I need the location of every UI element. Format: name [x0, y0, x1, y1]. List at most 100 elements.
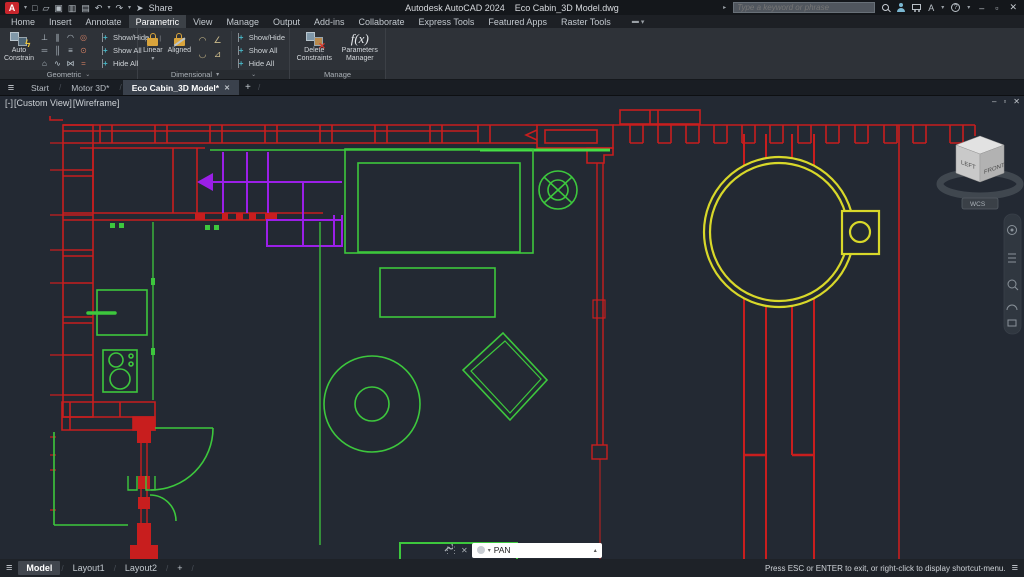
vertical-constraint-icon[interactable]: ║ [51, 44, 64, 57]
command-caret-icon[interactable]: ▾ [488, 547, 491, 554]
visual-style-control[interactable]: [Wireframe] [73, 98, 120, 108]
floorplan-drawing[interactable]: LEFT FRONT WCS [0, 96, 1024, 559]
horizontal-constraint-icon[interactable]: ═ [38, 44, 51, 57]
dimensional-show-all-button[interactable]: + Show All [238, 44, 285, 56]
layout1-tab[interactable]: Layout1 [65, 561, 113, 575]
tab-express-tools[interactable]: Express Tools [412, 15, 482, 28]
coincident-constraint-icon[interactable]: ⌂ [38, 57, 51, 70]
wcs-dropdown[interactable]: WCS [962, 198, 998, 209]
help-caret-icon[interactable]: ▾ [967, 4, 970, 11]
logo-caret-icon[interactable]: ▾ [24, 4, 27, 11]
symmetric-constraint-icon[interactable]: ⋈ [64, 57, 77, 70]
open-file-icon[interactable]: ▱ [42, 2, 49, 14]
save-as-icon[interactable]: ▥ [68, 2, 77, 14]
doc-tabs-menu-icon[interactable]: ≡ [0, 80, 22, 95]
qat-caret-icon[interactable]: ▾ [128, 4, 131, 11]
share-button[interactable]: Share [149, 3, 173, 13]
print-icon[interactable]: ▤ [81, 2, 90, 14]
tangent-constraint-icon[interactable]: ◠ [64, 31, 77, 44]
autocad-logo-icon[interactable]: A [5, 2, 19, 14]
model-tab[interactable]: Model [18, 561, 60, 575]
viewport-menu-control[interactable]: [-] [5, 98, 13, 108]
geometric-panel-label[interactable]: Geometric ⌄ [0, 70, 137, 79]
command-close-icon[interactable]: ✕ [461, 546, 468, 555]
undo-caret-icon[interactable]: ▾ [107, 4, 110, 11]
tab-annotate[interactable]: Annotate [79, 15, 129, 28]
delete-constraints-icon: ✕ [306, 32, 323, 46]
autodesk-caret-icon[interactable]: ▾ [941, 4, 944, 11]
search-input[interactable] [733, 2, 875, 13]
diameter-dimension-icon[interactable]: ◡ [195, 47, 210, 61]
auto-constrain-button[interactable]: ϟ Auto Constrain [4, 30, 34, 63]
dimensional-expander-icon[interactable]: ⌄ [251, 71, 256, 78]
redo-icon[interactable]: ↷ [115, 2, 123, 14]
angular-dimension-icon[interactable]: ∠ [210, 33, 225, 47]
tab-parametric[interactable]: Parametric [129, 15, 187, 28]
tab-featured-apps[interactable]: Featured Apps [481, 15, 554, 28]
doc-tab-motor3d[interactable]: Motor 3D* [62, 80, 118, 95]
radius-dimension-icon[interactable]: ◠ [195, 33, 210, 47]
dimensional-hide-all-button[interactable]: + Hide All [238, 57, 285, 69]
fix-constraint-icon[interactable]: ◎ [77, 31, 90, 44]
share-plane-icon[interactable]: ➤ [136, 2, 144, 14]
parallel-constraint-icon[interactable]: ∥ [51, 31, 64, 44]
tab-home[interactable]: Home [4, 15, 42, 28]
store-cart-icon[interactable] [912, 4, 921, 10]
command-input[interactable]: ▾ PAN ▴ [472, 543, 602, 558]
ribbon-collapse-icon[interactable]: ▬ ▾ [632, 15, 645, 28]
concentric-constraint-icon[interactable]: ⊙ [77, 44, 90, 57]
titlebar: A ▾ □ ▱ ▣ ▥ ▤ ↶ ▾ ↷ ▾ ➤ Share Autodesk A… [0, 0, 1024, 15]
save-icon[interactable]: ▣ [54, 2, 63, 14]
close-tab-icon[interactable]: ✕ [224, 84, 230, 92]
linear-dimension-button[interactable]: || Linear ▾ [142, 30, 164, 63]
convert-dimension-icon[interactable]: ⊿ [210, 47, 225, 61]
viewcube[interactable]: LEFT FRONT WCS [940, 136, 1020, 209]
tab-view[interactable]: View [186, 15, 219, 28]
drawing-canvas[interactable]: LEFT FRONT WCS [-] [Custom View] [Wirefr… [0, 96, 1024, 559]
dim-hide-all-icon: + [238, 59, 246, 68]
layout2-tab[interactable]: Layout2 [117, 561, 165, 575]
equal-constraint-icon[interactable]: = [77, 57, 90, 70]
smooth-constraint-icon[interactable]: ∿ [51, 57, 64, 70]
dimensional-caret-icon[interactable]: ▾ [216, 71, 219, 78]
tab-collaborate[interactable]: Collaborate [352, 15, 412, 28]
parameters-manager-button[interactable]: f(x) Parameters Manager [339, 30, 381, 63]
search-arrow-icon[interactable]: ▸ [723, 4, 726, 11]
undo-icon[interactable]: ↶ [95, 2, 103, 14]
new-tab-button[interactable]: + [239, 80, 257, 95]
collinear-constraint-icon[interactable]: ≡ [64, 44, 77, 57]
perpendicular-constraint-icon[interactable]: ⊥ [38, 31, 51, 44]
dimensional-show-hide-button[interactable]: + Show/Hide [238, 31, 285, 43]
linear-caret-icon[interactable]: ▾ [151, 55, 154, 63]
delete-constraints-button[interactable]: ✕ Delete Constraints [294, 30, 335, 63]
new-file-icon[interactable]: □ [32, 2, 37, 14]
doc-tab-eco-cabin[interactable]: Eco Cabin_3D Model* ✕ [123, 80, 239, 95]
search-icon[interactable] [882, 4, 889, 11]
layout-menu-icon[interactable]: ≡ [0, 562, 18, 574]
manage-panel-label[interactable]: Manage [290, 70, 385, 79]
tab-manage[interactable]: Manage [219, 15, 266, 28]
command-history-icon[interactable]: ▴ [594, 547, 597, 554]
status-menu-icon[interactable]: ≡ [1006, 562, 1024, 574]
aligned-dimension-button[interactable]: Aligned [168, 30, 191, 55]
tab-output[interactable]: Output [266, 15, 307, 28]
vp-close-button[interactable]: ✕ [1013, 97, 1020, 106]
minimize-button[interactable]: – [977, 3, 986, 13]
customize-wrench-icon[interactable] [443, 542, 453, 552]
doc-tab-start[interactable]: Start [22, 80, 58, 95]
geometric-expander-icon[interactable]: ⌄ [85, 71, 90, 78]
vp-minimize-button[interactable]: – [992, 97, 996, 106]
view-control[interactable]: [Custom View] [14, 98, 72, 108]
tab-insert[interactable]: Insert [42, 15, 79, 28]
tab-add-ins[interactable]: Add-ins [307, 15, 352, 28]
help-icon[interactable]: ? [951, 3, 960, 12]
dimensional-panel-label[interactable]: Dimensional ▾ ⌄ [138, 70, 289, 79]
autodesk-a-icon[interactable]: A [928, 2, 934, 14]
restore-button[interactable]: ▫ [993, 3, 1000, 13]
navigation-bar[interactable] [1004, 214, 1021, 334]
vp-restore-button[interactable]: ▫ [1003, 97, 1006, 106]
close-button[interactable]: ✕ [1007, 2, 1019, 13]
account-icon[interactable] [896, 3, 905, 12]
tab-raster-tools[interactable]: Raster Tools [554, 15, 618, 28]
new-layout-button[interactable]: + [169, 561, 190, 575]
